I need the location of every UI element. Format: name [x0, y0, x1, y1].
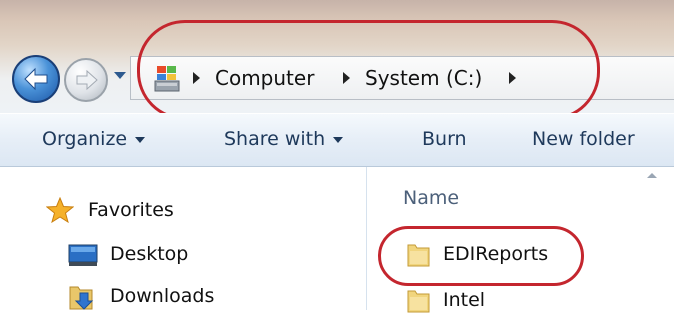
downloads-label: Downloads [110, 285, 215, 307]
desktop-label: Desktop [110, 243, 189, 265]
folder-highlight-circle [378, 226, 584, 286]
favorites-label: Favorites [88, 199, 174, 221]
column-header-name[interactable]: Name [403, 187, 459, 209]
recent-pages-dropdown[interactable] [114, 72, 126, 79]
share-with-label: Share with [224, 128, 326, 150]
forward-button[interactable] [64, 58, 108, 102]
address-highlight-circle [137, 20, 600, 120]
sort-ascending-icon [647, 173, 657, 178]
command-toolbar: Organize Share with Burn New folder [0, 113, 674, 167]
organize-button[interactable]: Organize [42, 128, 146, 150]
forward-arrow-icon [76, 69, 98, 91]
organize-label: Organize [42, 128, 128, 150]
file-name-intel: Intel [443, 289, 486, 311]
downloads-icon [69, 286, 94, 310]
share-with-button[interactable]: Share with [224, 128, 344, 150]
star-icon [46, 197, 74, 223]
burn-button[interactable]: Burn [422, 128, 467, 150]
desktop-icon [68, 244, 98, 266]
navigation-pane: Favorites Desktop Downloads [0, 167, 366, 310]
folder-icon [407, 290, 430, 313]
chevron-down-icon [135, 136, 146, 143]
back-button[interactable] [12, 55, 60, 103]
chevron-down-icon [333, 136, 344, 143]
window-chrome: Computer System (C:) [0, 0, 674, 120]
new-folder-button[interactable]: New folder [532, 128, 635, 150]
back-arrow-icon [24, 67, 48, 91]
